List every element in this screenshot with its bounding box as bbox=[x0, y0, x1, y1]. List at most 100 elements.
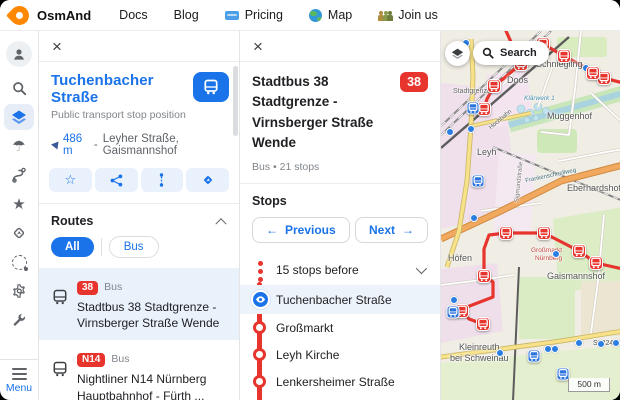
route-bus-stop-marker[interactable] bbox=[572, 244, 586, 258]
map-view[interactable]: SchnieglingDoosStadtgrenzeKlärwerk 1Mugg… bbox=[441, 31, 620, 400]
people-icon bbox=[378, 10, 392, 21]
umbrella-icon: ☂ bbox=[12, 137, 25, 155]
directions-icon bbox=[201, 173, 215, 187]
transit-stop-dot[interactable] bbox=[612, 339, 620, 347]
route-details-panel: × Stadtbus 38 Stadtgrenze - Virnsberger … bbox=[240, 31, 441, 400]
nav-map[interactable]: Map bbox=[309, 8, 352, 22]
stop-address: Leyher Straße, Gaismannshof bbox=[103, 133, 227, 157]
route-list-item-38[interactable]: 38 Bus Stadtbus 38 Stadtgrenze - Virnsber… bbox=[39, 268, 239, 340]
navigation-button[interactable] bbox=[4, 220, 34, 246]
route-bus-stop-marker[interactable] bbox=[537, 226, 551, 240]
search-button[interactable] bbox=[4, 75, 34, 101]
transit-stop-dot[interactable] bbox=[496, 349, 504, 357]
transit-stop-dot[interactable] bbox=[575, 339, 583, 347]
weather-button[interactable]: ☂ bbox=[4, 133, 34, 159]
route-name: Stadtbus 38 Stadtgrenze - Virnsberger St… bbox=[77, 299, 222, 331]
nav-docs[interactable]: Docs bbox=[119, 8, 147, 22]
arrow-right-icon: → bbox=[402, 223, 414, 237]
stop-circle-icon bbox=[253, 321, 266, 334]
map-canvas bbox=[441, 31, 620, 400]
transit-stop-dot[interactable] bbox=[552, 250, 560, 258]
bus-outline-icon bbox=[52, 361, 68, 400]
route-meta: Bus • 21 stops bbox=[240, 155, 440, 183]
previous-stops-button[interactable]: ← Previous bbox=[252, 217, 350, 243]
route-bus-stop-marker[interactable] bbox=[586, 66, 600, 80]
other-bus-stop-marker[interactable] bbox=[447, 306, 460, 319]
stop-row[interactable]: Lenkersheimer Straße bbox=[240, 368, 440, 395]
current-stop-eye-icon bbox=[251, 290, 270, 309]
other-bus-stop-marker[interactable] bbox=[528, 350, 541, 363]
route-bus-stop-marker[interactable] bbox=[487, 79, 501, 93]
transit-stop-dot[interactable] bbox=[467, 125, 475, 133]
brand-title[interactable]: OsmAnd bbox=[37, 8, 91, 23]
record-track-icon bbox=[12, 255, 27, 270]
route-bus-stop-marker[interactable] bbox=[477, 269, 491, 283]
stop-row-current[interactable]: Tuchenbacher Straße bbox=[240, 285, 440, 314]
layers-button[interactable] bbox=[4, 104, 34, 130]
route-name: Nightliner N14 Nürnberg Hauptbahnhof - F… bbox=[77, 371, 222, 400]
filter-chip-all[interactable]: All bbox=[51, 237, 94, 257]
stop-circle-icon bbox=[253, 375, 266, 388]
app-window: OsmAnd Docs Blog Pricing Map Join us ☂ ★ bbox=[0, 0, 620, 400]
route-bus-stop-marker[interactable] bbox=[589, 256, 603, 270]
settings-button[interactable] bbox=[4, 278, 34, 304]
route-bus-stop-marker[interactable] bbox=[499, 226, 513, 240]
transit-stop-dot[interactable] bbox=[470, 214, 478, 222]
map-scale-bar: 500 m bbox=[568, 378, 610, 392]
gear-icon bbox=[11, 283, 27, 299]
track-recording-button[interactable] bbox=[4, 249, 34, 275]
map-layers-button[interactable] bbox=[445, 41, 470, 66]
direction-arrow-icon bbox=[50, 141, 58, 150]
stops-timeline: 15 stops before Tuchenbacher Straße Groß… bbox=[240, 255, 440, 400]
route-number-badge: 38 bbox=[400, 72, 428, 92]
route-bus-stop-marker[interactable] bbox=[476, 317, 490, 331]
transit-stop-dot[interactable] bbox=[597, 340, 605, 348]
nav-join-us[interactable]: Join us bbox=[378, 8, 438, 22]
route-type: Bus bbox=[104, 281, 122, 293]
other-bus-stop-marker[interactable] bbox=[472, 175, 485, 188]
stops-pagination: ← Previous Next → bbox=[240, 217, 440, 255]
stop-details-panel: × Tuchenbacher Straße Public transport s… bbox=[39, 31, 240, 400]
person-icon bbox=[12, 47, 26, 61]
routes-section-header[interactable]: Routes bbox=[39, 204, 239, 236]
route-badge: 38 bbox=[77, 281, 98, 295]
stops-before-collapsed[interactable]: 15 stops before bbox=[240, 255, 440, 285]
top-navigation-bar: OsmAnd Docs Blog Pricing Map Join us bbox=[0, 0, 620, 30]
star-outline-icon: ☆ bbox=[65, 172, 77, 188]
transit-stop-dot[interactable] bbox=[450, 296, 458, 304]
nav-pricing[interactable]: Pricing bbox=[225, 8, 283, 22]
filter-chip-bus[interactable]: Bus bbox=[109, 236, 159, 258]
stop-row[interactable]: Flachslander Straße bbox=[240, 395, 440, 400]
share-button[interactable] bbox=[95, 168, 138, 192]
stop-row[interactable]: Leyh Kirche bbox=[240, 341, 440, 368]
close-icon[interactable]: × bbox=[52, 38, 62, 55]
menu-button[interactable]: Menu bbox=[0, 359, 38, 400]
chip-separator bbox=[101, 238, 102, 256]
nav-blog[interactable]: Blog bbox=[174, 8, 199, 22]
transit-stop-dot[interactable] bbox=[551, 345, 559, 353]
distance-icon bbox=[156, 173, 167, 187]
route-filter-chips: All Bus bbox=[39, 236, 239, 268]
favorite-button[interactable]: ☆ bbox=[49, 168, 92, 192]
tools-button[interactable] bbox=[4, 307, 34, 333]
stop-panel-close-row: × bbox=[39, 31, 239, 62]
favorites-button[interactable]: ★ bbox=[4, 191, 34, 217]
bus-icon bbox=[203, 79, 219, 95]
next-stops-button[interactable]: Next → bbox=[355, 217, 428, 243]
navigate-to-button[interactable] bbox=[186, 168, 229, 192]
distance-row: 486 m - Leyher Straße, Gaismannshof bbox=[39, 125, 239, 159]
account-button[interactable] bbox=[6, 41, 32, 67]
other-bus-stop-marker[interactable] bbox=[467, 102, 480, 115]
route-bus-stop-marker[interactable] bbox=[557, 49, 571, 63]
map-search-button[interactable]: Search bbox=[473, 41, 549, 65]
plan-route-button[interactable] bbox=[4, 162, 34, 188]
stop-row[interactable]: Großmarkt bbox=[240, 314, 440, 341]
osmand-logo-icon[interactable] bbox=[10, 6, 29, 25]
measure-distance-button[interactable] bbox=[141, 168, 184, 192]
routes-header-label: Routes bbox=[51, 214, 93, 228]
stop-title: Tuchenbacher Straße bbox=[51, 72, 201, 106]
transit-stop-dot[interactable] bbox=[446, 128, 454, 136]
route-list-item-n14[interactable]: N14Bus Nightliner N14 Nürnberg Hauptbahn… bbox=[39, 340, 239, 400]
close-icon[interactable]: × bbox=[253, 38, 263, 55]
bus-stop-badge-button[interactable] bbox=[193, 72, 229, 102]
